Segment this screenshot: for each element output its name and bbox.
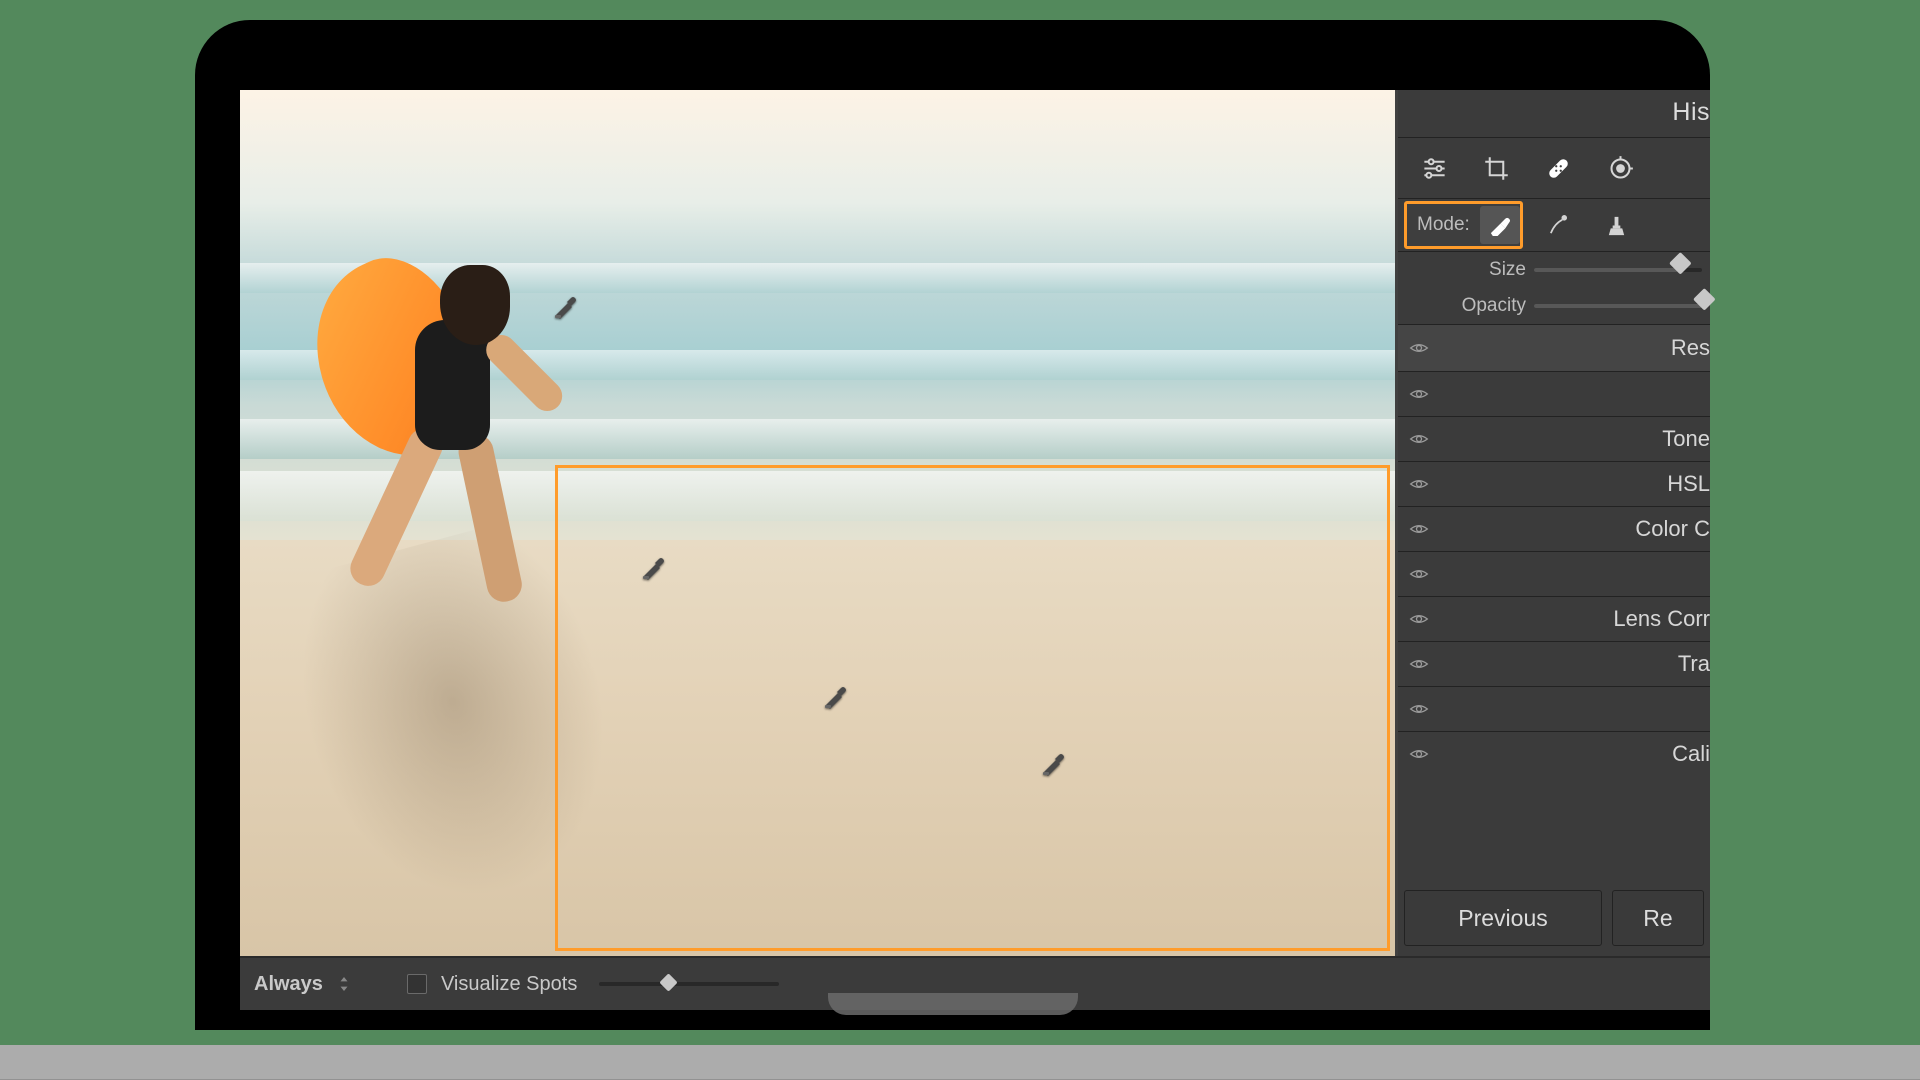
overlay-mode-label[interactable]: Always bbox=[254, 973, 323, 996]
redeye-icon[interactable] bbox=[1602, 150, 1638, 186]
opacity-slider-row: Opacity bbox=[1398, 288, 1710, 324]
sliders-icon[interactable] bbox=[1416, 150, 1452, 186]
right-sidebar: His bbox=[1398, 90, 1710, 956]
eye-icon[interactable] bbox=[1398, 654, 1440, 674]
heal-pin-icon[interactable] bbox=[640, 556, 664, 580]
app-screen: His bbox=[240, 90, 1710, 1010]
panel-row-calibration[interactable]: Cali bbox=[1398, 731, 1710, 776]
heal-brush-icon[interactable] bbox=[1539, 206, 1579, 244]
panel-title[interactable]: His bbox=[1398, 90, 1710, 137]
mode-label: Mode: bbox=[1407, 214, 1480, 236]
eye-icon[interactable] bbox=[1398, 429, 1440, 449]
panel-label: Color C bbox=[1440, 516, 1710, 542]
panel-row[interactable] bbox=[1398, 371, 1710, 416]
laptop-frame: His bbox=[195, 20, 1710, 1030]
visualize-spots-checkbox[interactable] bbox=[407, 974, 427, 994]
size-slider-row: Size bbox=[1398, 252, 1710, 288]
panel-row-transform[interactable]: Tra bbox=[1398, 641, 1710, 686]
visualize-spots-slider[interactable] bbox=[599, 982, 779, 986]
panel-row[interactable] bbox=[1398, 686, 1710, 731]
eye-icon[interactable] bbox=[1398, 384, 1440, 404]
photo bbox=[240, 90, 1395, 956]
size-label: Size bbox=[1398, 259, 1534, 281]
opacity-label: Opacity bbox=[1398, 295, 1534, 317]
panel-label: HSL bbox=[1440, 471, 1710, 497]
mode-row: Mode: bbox=[1398, 199, 1710, 252]
opacity-slider[interactable] bbox=[1534, 304, 1702, 308]
panel-row-color[interactable]: Color C bbox=[1398, 506, 1710, 551]
panel-label: Cali bbox=[1440, 741, 1710, 767]
panel-row-tone[interactable]: Tone bbox=[1398, 416, 1710, 461]
eye-icon[interactable] bbox=[1398, 699, 1440, 719]
panel-label: Tone bbox=[1440, 426, 1710, 452]
previous-button[interactable]: Previous bbox=[1404, 890, 1602, 946]
eye-icon[interactable] bbox=[1398, 519, 1440, 539]
panel-row-lens[interactable]: Lens Corr bbox=[1398, 596, 1710, 641]
panel-label: Lens Corr bbox=[1440, 606, 1710, 632]
panel-row[interactable] bbox=[1398, 551, 1710, 596]
photo-subject bbox=[320, 210, 520, 610]
panel-label: Tra bbox=[1440, 651, 1710, 677]
heal-pin-icon[interactable] bbox=[552, 295, 576, 319]
crop-icon[interactable] bbox=[1478, 150, 1514, 186]
laptop-notch bbox=[828, 993, 1078, 1015]
eye-icon[interactable] bbox=[1398, 474, 1440, 494]
eye-icon[interactable] bbox=[1398, 564, 1440, 584]
photo-canvas[interactable] bbox=[240, 90, 1398, 956]
bottom-buttons: Previous Re bbox=[1398, 880, 1710, 956]
panel-row-hsl[interactable]: HSL bbox=[1398, 461, 1710, 506]
mode-extra bbox=[1523, 206, 1637, 244]
workspace: His bbox=[240, 90, 1710, 956]
heal-pin-icon[interactable] bbox=[822, 685, 846, 709]
eye-icon[interactable] bbox=[1398, 744, 1440, 764]
bandage-icon[interactable] bbox=[1540, 150, 1576, 186]
tool-strip bbox=[1398, 138, 1710, 199]
mode-selector: Mode: bbox=[1404, 201, 1523, 249]
eraser-icon[interactable] bbox=[1480, 206, 1520, 244]
visualize-spots-label: Visualize Spots bbox=[441, 973, 577, 996]
size-slider[interactable] bbox=[1534, 268, 1702, 272]
eye-icon[interactable] bbox=[1398, 338, 1440, 358]
reset-button[interactable]: Re bbox=[1612, 890, 1704, 946]
chevron-updown-icon[interactable] bbox=[337, 977, 351, 991]
heal-pin-icon[interactable] bbox=[1040, 752, 1064, 776]
laptop-base bbox=[0, 1045, 1920, 1080]
reset-label: Res bbox=[1440, 335, 1710, 361]
eye-icon[interactable] bbox=[1398, 609, 1440, 629]
clone-stamp-icon[interactable] bbox=[1597, 206, 1637, 244]
reset-row[interactable]: Res bbox=[1398, 324, 1710, 371]
